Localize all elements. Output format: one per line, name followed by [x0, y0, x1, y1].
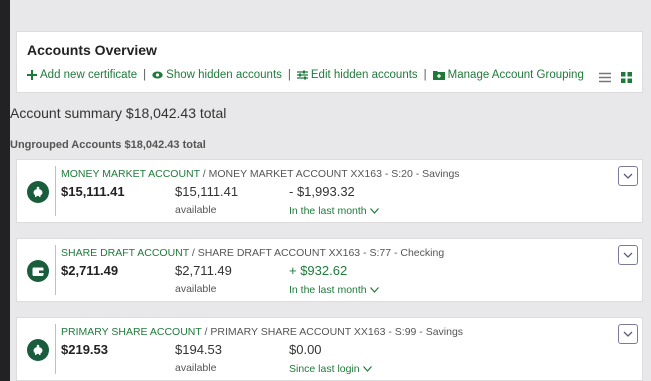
available-label: available	[175, 362, 217, 374]
chevron-down-icon	[623, 173, 633, 179]
folder-plus-icon	[432, 71, 445, 80]
add-certificate-label: Add new certificate	[40, 69, 138, 81]
list-view-icon[interactable]	[598, 72, 611, 83]
eye-icon	[152, 71, 163, 79]
expand-button[interactable]	[618, 245, 638, 265]
accounts-overview-panel: Accounts Overview Add new certificate | …	[16, 31, 643, 93]
period-label: Since last login	[289, 363, 360, 375]
account-card[interactable]: SHARE DRAFT ACCOUNT / SHARE DRAFT ACCOUN…	[16, 238, 643, 302]
chevron-down-icon	[369, 287, 379, 293]
show-hidden-label: Show hidden accounts	[166, 69, 282, 81]
expand-button[interactable]	[618, 324, 638, 344]
account-balance: $219.53	[61, 342, 108, 357]
account-title: PRIMARY SHARE ACCOUNT / PRIMARY SHARE AC…	[61, 326, 463, 338]
period-label: In the last month	[289, 284, 367, 296]
balance-change: + $932.62	[289, 263, 348, 278]
account-balance: $15,111.41	[61, 184, 125, 199]
chevron-down-icon	[623, 252, 633, 258]
period-selector[interactable]: Since last login	[289, 363, 372, 375]
page-title: Accounts Overview	[27, 42, 157, 58]
account-name-link[interactable]: MONEY MARKET ACCOUNT	[61, 168, 200, 180]
sliders-icon	[296, 70, 308, 80]
available-balance: $2,711.49	[175, 263, 232, 278]
account-detail: / MONEY MARKET ACCOUNT XX163 - S:20 - Sa…	[199, 168, 460, 180]
period-label: In the last month	[289, 205, 367, 217]
view-toggle	[598, 70, 632, 88]
manage-grouping-link[interactable]: Manage Account Grouping	[432, 69, 584, 81]
account-card[interactable]: PRIMARY SHARE ACCOUNT / PRIMARY SHARE AC…	[16, 317, 643, 381]
balance-change: - $1,993.32	[289, 184, 355, 199]
chevron-down-icon	[369, 208, 379, 214]
divider: |	[287, 69, 291, 82]
account-name-link[interactable]: PRIMARY SHARE ACCOUNT	[61, 326, 202, 338]
available-balance: $194.53	[175, 342, 222, 357]
edit-hidden-label: Edit hidden accounts	[310, 69, 418, 81]
account-title: SHARE DRAFT ACCOUNT / SHARE DRAFT ACCOUN…	[61, 247, 444, 259]
group-header: Ungrouped Accounts $18,042.43 total	[10, 139, 206, 151]
divider	[55, 324, 56, 374]
period-selector[interactable]: In the last month	[289, 284, 379, 296]
chevron-down-icon	[623, 331, 633, 337]
divider	[55, 166, 56, 216]
period-selector[interactable]: In the last month	[289, 205, 379, 217]
account-title: MONEY MARKET ACCOUNT / MONEY MARKET ACCO…	[61, 168, 460, 180]
account-badge	[27, 181, 49, 203]
main-content: Accounts Overview Add new certificate | …	[10, 0, 651, 381]
account-detail: / PRIMARY SHARE ACCOUNT XX163 - S:99 - S…	[201, 326, 464, 338]
add-certificate-link[interactable]: Add new certificate	[27, 69, 137, 81]
show-hidden-link[interactable]: Show hidden accounts	[152, 69, 282, 81]
top-strip	[10, 0, 651, 30]
plus-icon	[27, 70, 37, 80]
wallet-icon	[32, 267, 44, 276]
piggy-bank-icon	[33, 344, 43, 355]
overview-links: Add new certificate | Show hidden accoun…	[27, 69, 584, 81]
divider	[55, 245, 56, 295]
left-edge-bar	[0, 0, 10, 381]
available-label: available	[175, 283, 217, 295]
available-balance: $15,111.41	[175, 184, 239, 199]
manage-grouping-label: Manage Account Grouping	[447, 69, 584, 81]
divider: |	[143, 69, 147, 82]
edit-hidden-link[interactable]: Edit hidden accounts	[296, 69, 418, 81]
piggy-bank-icon	[33, 186, 43, 197]
account-detail: / SHARE DRAFT ACCOUNT XX163 - S:77 - Che…	[188, 247, 445, 259]
divider: |	[423, 69, 427, 82]
balance-change: $0.00	[289, 342, 322, 357]
account-badge	[27, 339, 49, 361]
account-balance: $2,711.49	[61, 263, 119, 278]
account-badge	[27, 260, 49, 282]
available-label: available	[175, 204, 217, 216]
account-name-link[interactable]: SHARE DRAFT ACCOUNT	[61, 247, 189, 259]
grid-view-icon[interactable]	[621, 72, 632, 83]
chevron-down-icon	[362, 366, 372, 372]
expand-button[interactable]	[618, 166, 638, 186]
account-card[interactable]: MONEY MARKET ACCOUNT / MONEY MARKET ACCO…	[16, 159, 643, 223]
account-summary: Account summary $18,042.43 total	[10, 105, 227, 121]
